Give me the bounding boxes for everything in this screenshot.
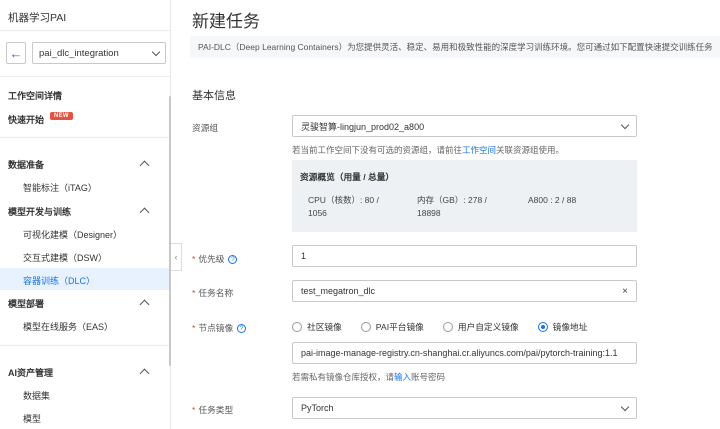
image-url-input[interactable]: pai-image-manage-registry.cn-shanghai.cr… [292, 342, 637, 364]
sidebar: 机器学习PAI ← pai_dlc_integration 工作空间详情 快速开… [0, 0, 171, 429]
priority-input[interactable]: 1 [292, 245, 637, 267]
image-url-value: pai-image-manage-registry.cn-shanghai.cr… [301, 348, 618, 358]
sidebar-item-quick-start[interactable]: 快速开始 [8, 113, 44, 126]
resource-group-label: 资源组 [192, 121, 218, 134]
divider [0, 76, 171, 77]
memory-usage-line: 18898 [417, 208, 441, 218]
radio-label: 镜像地址 [552, 322, 588, 332]
sidebar-item-dlc[interactable]: 容器训练（DLC） [23, 274, 95, 287]
radio-image-url[interactable]: 镜像地址 [537, 320, 588, 333]
task-name-value: test_megatron_dlc [301, 286, 376, 296]
sidebar-item-dsw[interactable]: 交互式建模（DSW） [23, 251, 107, 264]
description-text: PAI-DLC（Deep Learning Containers）为您提供灵活、… [198, 42, 713, 52]
required-mark: * [192, 254, 196, 264]
priority-label: * 优先级? [192, 252, 238, 265]
required-mark: * [192, 288, 196, 298]
cpu-usage-line: 1056 [308, 208, 327, 218]
sidebar-item-dataset[interactable]: 数据集 [23, 389, 50, 402]
label-text: 节点镜像 [198, 323, 234, 333]
chevron-down-icon [620, 120, 630, 129]
sidebar-group-model-dev[interactable]: 模型开发与训练 [8, 205, 71, 218]
chevron-up-icon[interactable] [139, 368, 150, 379]
memory-usage-line: 内存（GB）: 278 / [417, 195, 487, 205]
chevron-up-icon[interactable] [139, 207, 150, 218]
divider [0, 137, 171, 138]
required-mark: * [192, 323, 196, 333]
hint-text: 若需私有镜像仓库授权，请 [292, 372, 395, 382]
hint-text: 关联资源组使用。 [496, 145, 565, 155]
cpu-usage-line: CPU（核数）: 80 / [308, 195, 379, 205]
memory-usage: 内存（GB）: 278 / 18898 [417, 194, 487, 220]
chevron-up-icon[interactable] [139, 160, 150, 171]
hint-text: 若当前工作空间下没有可选的资源组，请前往 [292, 145, 463, 155]
workspace-row: ← pai_dlc_integration [6, 42, 166, 64]
collapse-sidebar-button[interactable]: ‹ [171, 243, 182, 271]
arrow-left-icon: ← [9, 45, 23, 61]
sidebar-group-ai-assets[interactable]: AI资产管理 [8, 366, 53, 379]
new-badge: NEW [50, 112, 73, 120]
label-text: 资源组 [192, 123, 219, 133]
chevron-up-icon[interactable] [139, 299, 150, 310]
radio-circle [360, 321, 371, 332]
node-image-radio-group: 社区镜像 PAI平台镜像 用户自定义镜像 镜像地址 [292, 320, 606, 333]
radio-custom-image[interactable]: 用户自定义镜像 [442, 320, 519, 333]
sidebar-item-workspace-detail[interactable]: 工作空间详情 [8, 89, 62, 102]
radio-pai-image[interactable]: PAI平台镜像 [360, 320, 424, 333]
label-text: 优先级 [198, 254, 225, 264]
sidebar-item-model[interactable]: 模型 [23, 412, 41, 425]
divider [0, 30, 171, 31]
sidebar-group-data-prep[interactable]: 数据准备 [8, 158, 44, 171]
resource-group-value: 灵骏智算-lingjun_prod02_a800 [301, 121, 425, 132]
help-icon[interactable]: ? [237, 324, 247, 334]
radio-label: 用户自定义镜像 [457, 322, 519, 332]
chevron-left-icon: ‹ [174, 252, 178, 262]
radio-circle [442, 321, 453, 332]
workspace-select[interactable]: pai_dlc_integration [32, 42, 166, 64]
resource-overview-title: 资源概览（用量 / 总量） [300, 172, 395, 182]
task-type-label: * 任务类型 [192, 403, 233, 416]
required-mark: * [192, 405, 196, 415]
resource-group-select[interactable]: 灵骏智算-lingjun_prod02_a800 [292, 115, 637, 137]
hint-text: 账号密码 [411, 372, 446, 382]
back-button[interactable]: ← [6, 42, 26, 64]
divider [0, 345, 171, 346]
section-title-basic: 基本信息 [192, 90, 236, 102]
priority-value: 1 [301, 251, 307, 261]
label-text: 任务名称 [198, 288, 234, 298]
task-type-select[interactable]: PyTorch [292, 397, 637, 419]
sidebar-scrollbar[interactable] [169, 96, 171, 366]
page-title: 新建任务 [192, 12, 260, 31]
task-name-label: * 任务名称 [192, 286, 233, 299]
sidebar-item-eas[interactable]: 模型在线服务（EAS） [23, 320, 113, 333]
chevron-down-icon [620, 402, 630, 411]
task-type-value: PyTorch [301, 403, 334, 413]
chevron-down-icon [151, 47, 161, 56]
input-credentials-link[interactable]: 输入 [394, 372, 411, 382]
radio-label: PAI平台镜像 [375, 322, 424, 332]
help-icon[interactable]: ? [228, 255, 238, 265]
sidebar-title: 机器学习PAI [8, 12, 67, 24]
label-text: 任务类型 [198, 405, 234, 415]
sidebar-item-itag[interactable]: 智能标注（iTAG） [23, 181, 97, 194]
radio-label: 社区镜像 [307, 322, 342, 332]
clear-icon[interactable]: × [622, 286, 628, 297]
node-image-label: * 节点镜像? [192, 321, 247, 334]
gpu-usage: A800 : 2 / 88 [528, 195, 577, 205]
description-banner: PAI-DLC（Deep Learning Containers）为您提供灵活、… [190, 36, 720, 58]
sidebar-item-designer[interactable]: 可视化建模（Designer） [23, 228, 122, 241]
radio-circle-checked [537, 321, 548, 332]
workspace-name: pai_dlc_integration [39, 47, 119, 59]
resource-group-hint: 若当前工作空间下没有可选的资源组，请前往工作空间关联资源组使用。 [292, 144, 564, 156]
image-auth-hint: 若需私有镜像仓库授权，请输入账号密码 [292, 371, 445, 383]
workspace-link[interactable]: 工作空间 [462, 145, 496, 155]
radio-circle [292, 321, 302, 332]
resource-overview-panel: 资源概览（用量 / 总量） CPU（核数）: 80 / 1056 内存（GB）:… [292, 160, 637, 232]
sidebar-group-model-deploy[interactable]: 模型部署 [8, 297, 44, 310]
task-name-input[interactable]: test_megatron_dlc × [292, 280, 637, 302]
cpu-usage: CPU（核数）: 80 / 1056 [308, 194, 379, 220]
radio-community-image[interactable]: 社区镜像 [292, 320, 342, 333]
